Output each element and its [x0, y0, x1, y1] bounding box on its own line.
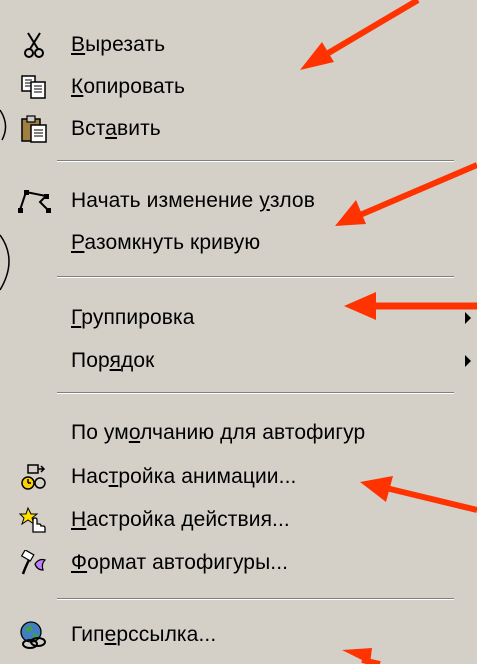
menu-item-action[interactable]: Настройка действия... — [0, 499, 477, 541]
menu-item-label: Гиперссылка... — [71, 623, 217, 646]
menu-item-hyperlink[interactable]: Гиперссылка... — [0, 614, 477, 656]
submenu-arrow-icon — [465, 355, 471, 367]
menu-item-label: Настройка анимации... — [71, 465, 297, 488]
menu-item-label: Начать изменение узлов — [71, 189, 315, 212]
format-brush-icon — [14, 548, 54, 578]
menu-item-order[interactable]: Порядок — [0, 340, 477, 382]
menu-item-label: Порядок — [71, 349, 155, 372]
menu-item-label: Вырезать — [71, 33, 166, 56]
menu-separator — [57, 276, 454, 278]
scissors-icon — [14, 30, 54, 60]
menu-item-edit-points[interactable]: Начать изменение узлов — [0, 180, 477, 222]
menu-item-label: Вставить — [71, 117, 161, 140]
menu-item-copy[interactable]: Копировать — [0, 66, 477, 108]
menu-item-paste[interactable]: Вставить — [0, 108, 477, 150]
animation-icon — [14, 462, 54, 492]
menu-item-animation[interactable]: Настройка анимации... — [0, 456, 477, 498]
menu-item-label: Копировать — [71, 75, 186, 98]
menu-item-cut[interactable]: Вырезать — [0, 24, 477, 66]
menu-item-open-curve[interactable]: Разомкнуть кривую — [0, 222, 477, 264]
menu-separator — [57, 598, 454, 600]
menu-item-grouping[interactable]: Группировка — [0, 297, 477, 339]
menu-separator — [57, 160, 454, 162]
submenu-arrow-icon — [465, 312, 471, 324]
menu-item-label: Настройка действия... — [71, 508, 290, 531]
menu-separator — [57, 392, 454, 394]
menu-item-format[interactable]: Формат автофигуры... — [0, 542, 477, 584]
menu-item-label: По умолчанию для автофигур — [71, 421, 366, 444]
copy-icon — [14, 72, 54, 102]
menu-item-label: Группировка — [71, 306, 195, 329]
paste-icon — [14, 114, 54, 144]
edit-points-icon — [14, 186, 54, 216]
menu-item-label: Разомкнуть кривую — [71, 231, 261, 254]
hyperlink-globe-icon — [14, 620, 54, 650]
action-hand-icon — [14, 505, 54, 535]
menu-item-label: Формат автофигуры... — [71, 551, 289, 574]
context-menu: Вырезать Копировать Вставить Начать изме… — [0, 0, 477, 664]
menu-item-defaults[interactable]: По умолчанию для автофигур — [0, 412, 477, 454]
